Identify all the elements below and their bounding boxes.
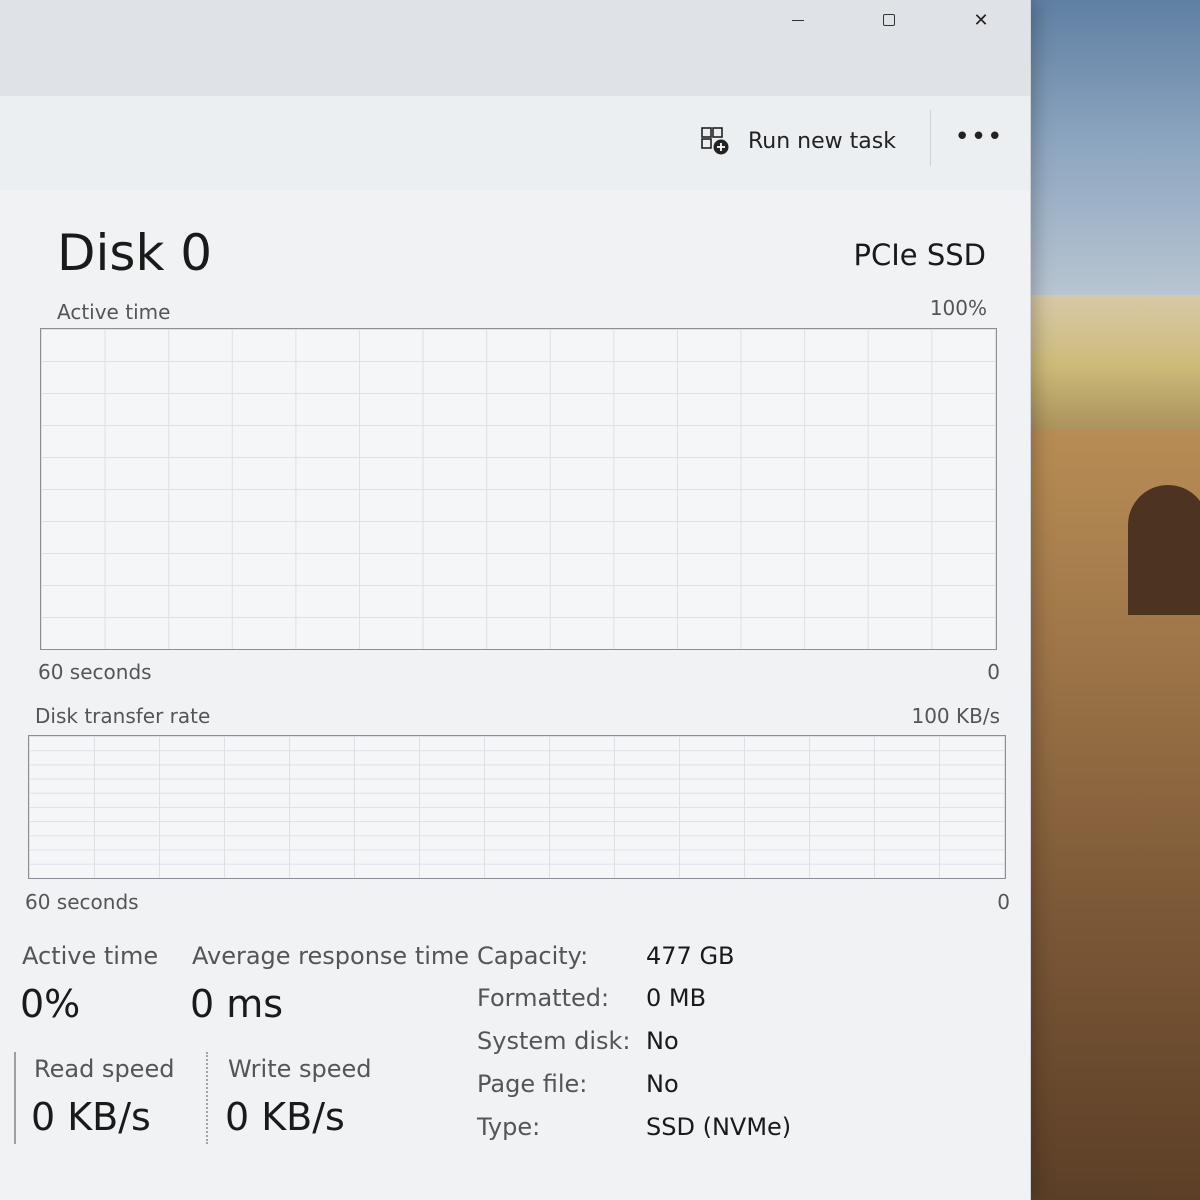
transfer-rate-graph-min: 0 [997, 890, 1010, 914]
active-time-graph-time-span: 60 seconds [38, 660, 152, 684]
active-time-graph-label: Active time [57, 300, 171, 324]
toolbar-separator [930, 110, 931, 166]
transfer-rate-graph-label: Disk transfer rate [35, 704, 211, 728]
toolbar: Run new task ••• [0, 96, 1030, 191]
active-time-stat-value: 0% [20, 982, 81, 1026]
read-speed-label: Read speed [34, 1055, 175, 1083]
page-file-value: No [646, 1070, 679, 1098]
wallpaper-town [1030, 295, 1200, 435]
avg-response-stat-label: Average response time [192, 942, 470, 970]
disk-title: Disk 0 [57, 224, 213, 282]
avg-response-stat-value: 0 ms [190, 982, 284, 1026]
system-disk-value: No [646, 1027, 679, 1055]
run-new-task-icon [700, 126, 730, 156]
wallpaper-arch [1128, 485, 1200, 615]
write-speed-divider [206, 1052, 208, 1144]
formatted-value: 0 MB [646, 984, 707, 1012]
page-file-label: Page file: [477, 1070, 588, 1098]
disk-type-value: SSD (NVMe) [646, 1113, 792, 1141]
write-speed-label: Write speed [228, 1055, 372, 1083]
transfer-rate-graph-max: 100 KB/s [911, 704, 1000, 728]
close-icon: ✕ [973, 9, 989, 31]
title-bar: ✕ [0, 0, 1030, 96]
task-manager-window: ✕ Run new task ••• Disk 0 PCIe SSD Activ… [0, 0, 1031, 1200]
more-options-button[interactable]: ••• [955, 120, 1003, 154]
run-new-task-label: Run new task [748, 128, 896, 154]
maximize-button[interactable] [843, 0, 935, 40]
wallpaper-sky [1030, 0, 1200, 300]
run-new-task-button[interactable]: Run new task [700, 116, 896, 166]
system-disk-label: System disk: [477, 1027, 631, 1055]
close-button[interactable]: ✕ [935, 0, 1027, 40]
active-time-graph-max: 100% [929, 296, 987, 320]
disk-model: PCIe SSD [853, 238, 987, 272]
minimize-button[interactable] [752, 0, 844, 40]
write-speed-value: 0 KB/s [225, 1095, 345, 1139]
ellipsis-icon: ••• [954, 122, 1004, 152]
capacity-label: Capacity: [477, 942, 589, 970]
read-speed-divider [14, 1052, 16, 1144]
capacity-value: 477 GB [646, 942, 735, 970]
active-time-graph-min: 0 [987, 660, 1000, 684]
active-time-stat-label: Active time [22, 942, 159, 970]
formatted-label: Formatted: [477, 984, 610, 1012]
active-time-graph [40, 328, 997, 650]
maximize-icon [883, 14, 895, 26]
transfer-rate-graph-time-span: 60 seconds [25, 890, 139, 914]
disk-performance-panel: Disk 0 PCIe SSD Active time 100% 60 seco… [0, 190, 1030, 1200]
minimize-icon [792, 19, 804, 21]
disk-type-label: Type: [477, 1113, 541, 1141]
transfer-rate-graph [28, 735, 1006, 879]
read-speed-value: 0 KB/s [31, 1095, 151, 1139]
